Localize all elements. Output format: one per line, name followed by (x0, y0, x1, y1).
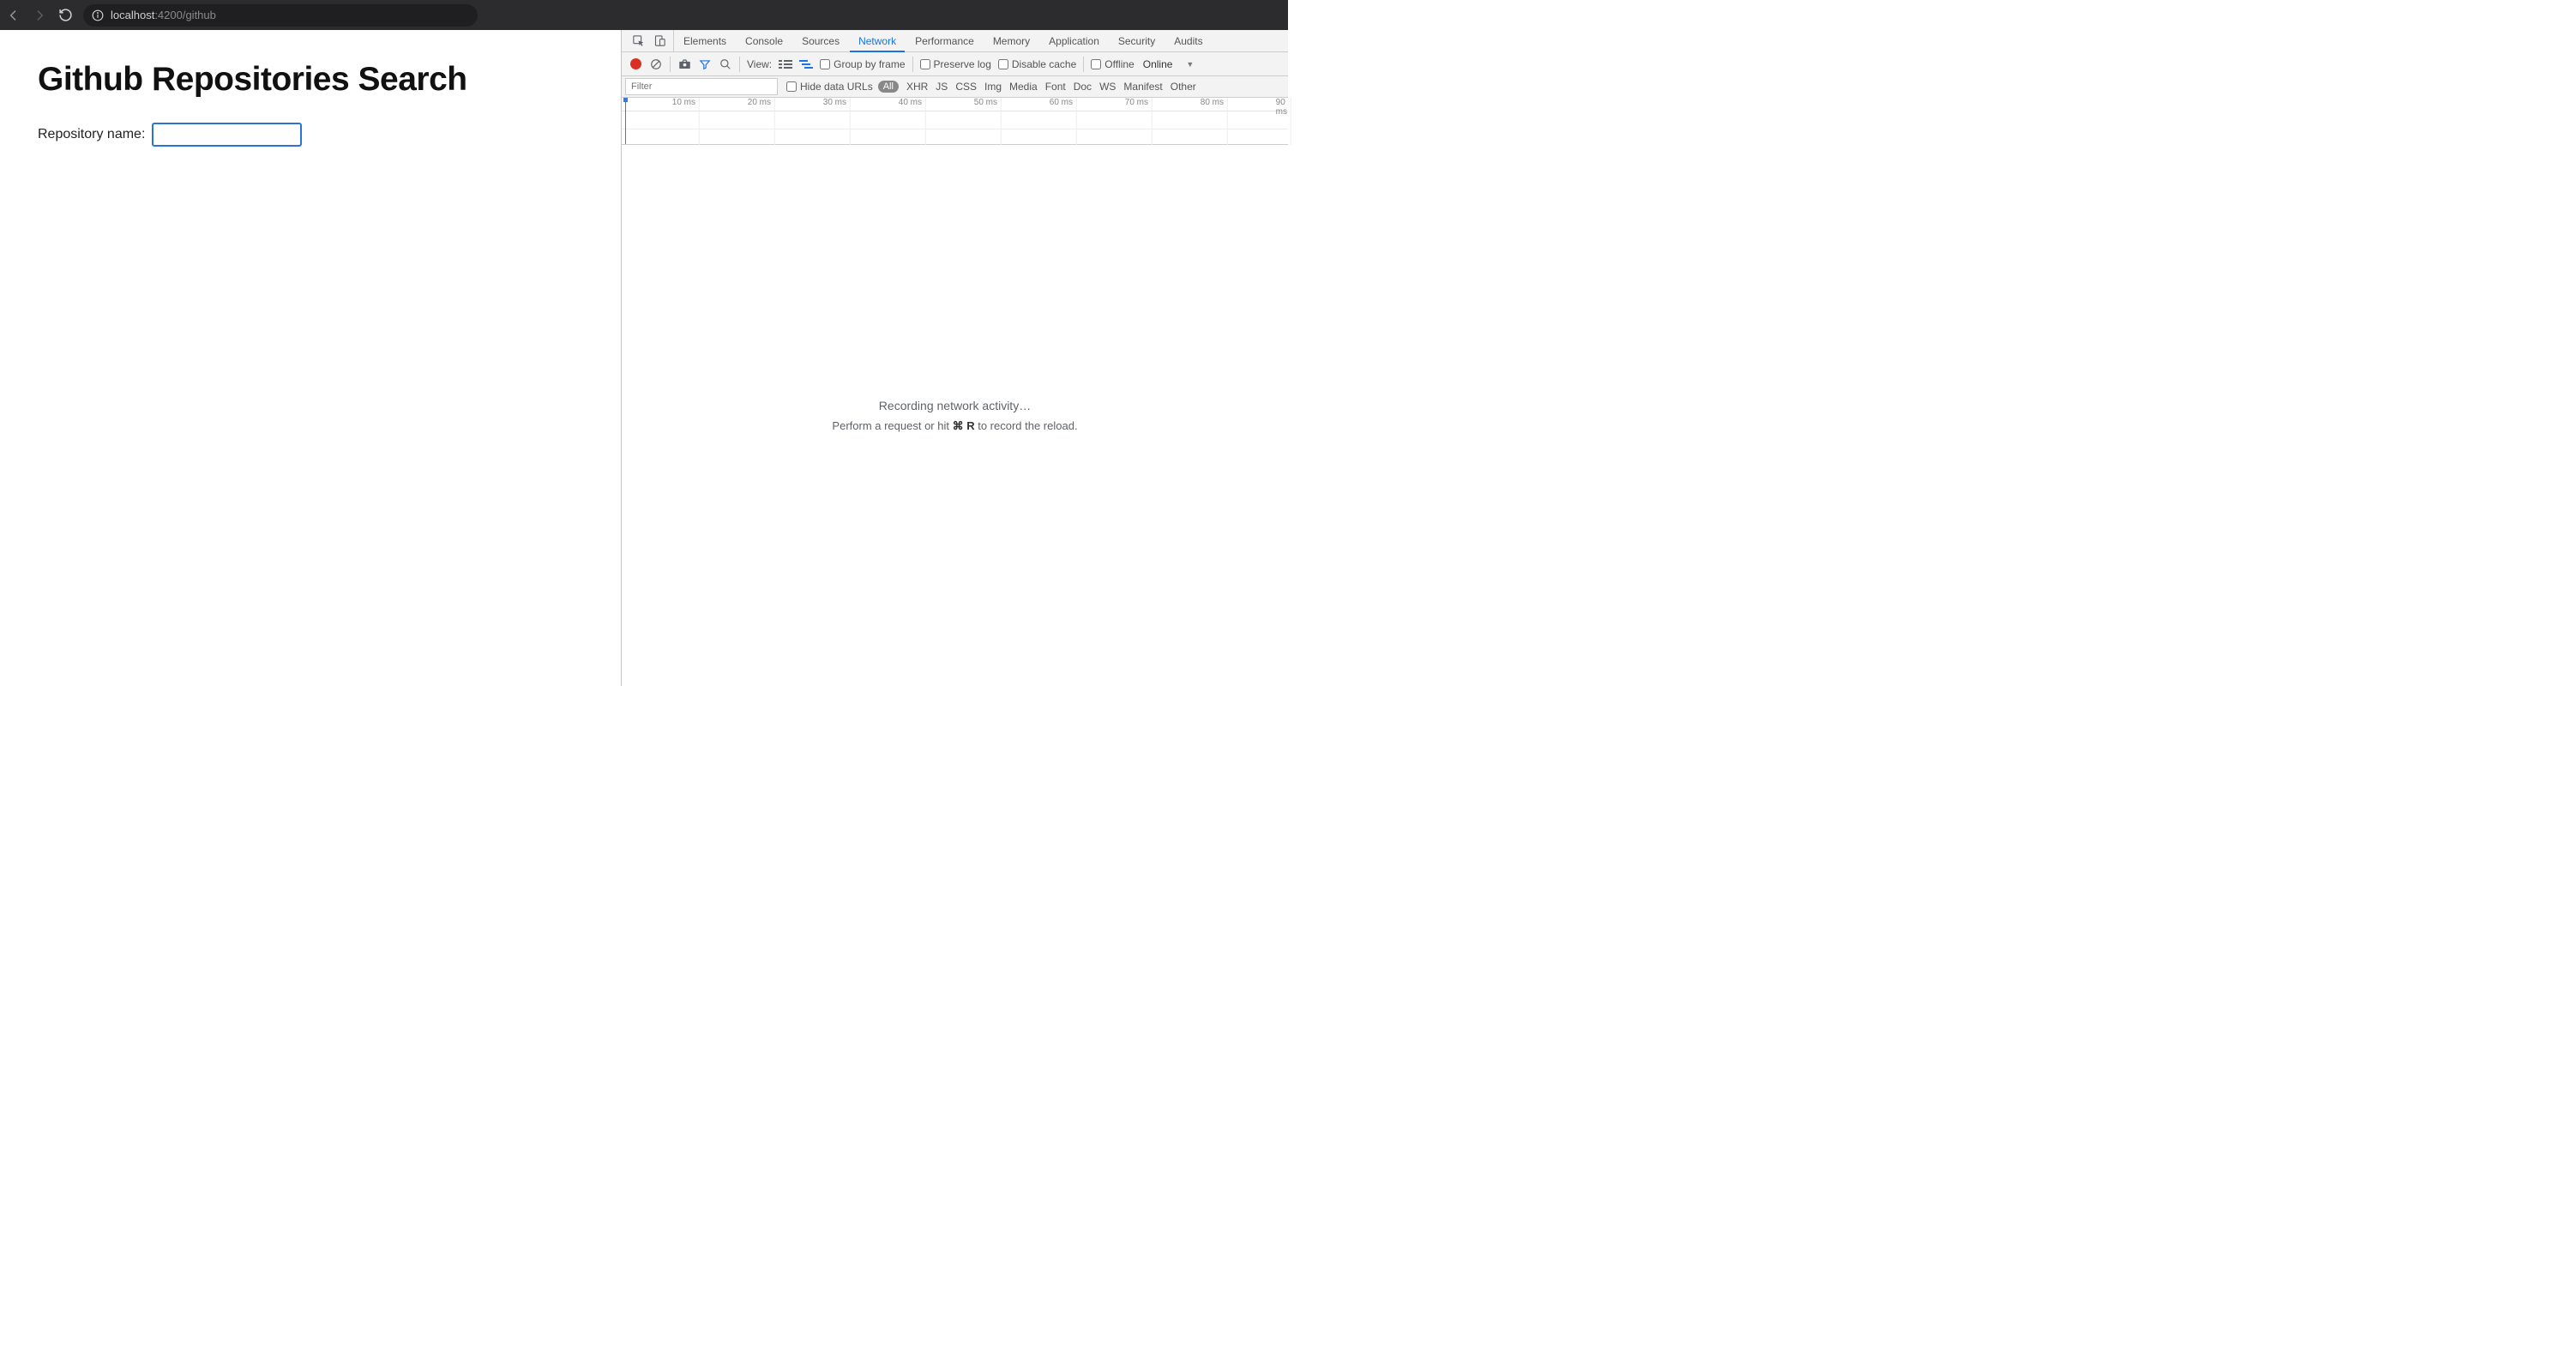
tab-security[interactable]: Security (1109, 30, 1165, 51)
view-large-icon[interactable] (779, 59, 792, 69)
view-label: View: (747, 58, 772, 70)
timeline-tick: 40 ms (899, 98, 924, 107)
filter-type-doc[interactable]: Doc (1074, 81, 1092, 93)
devtools-panel: Elements Console Sources Network Perform… (621, 30, 1288, 686)
filter-type-all[interactable]: All (878, 81, 899, 93)
devtools-tabs: Elements Console Sources Network Perform… (622, 30, 1288, 52)
network-filter-bar: Hide data URLs All XHR JS CSS Img Media … (622, 76, 1288, 98)
browser-toolbar: localhost:4200/github (0, 0, 1288, 30)
repo-name-input[interactable] (152, 123, 302, 147)
devtools-tab-list: Elements Console Sources Network Perform… (674, 30, 1213, 51)
hide-data-urls-checkbox[interactable]: Hide data URLs (786, 81, 873, 93)
timeline-cursor[interactable] (625, 98, 626, 144)
screenshot-icon[interactable] (677, 57, 691, 71)
reload-button[interactable] (58, 8, 73, 22)
filter-type-media[interactable]: Media (1009, 81, 1038, 93)
empty-state-hint: Perform a request or hit ⌘ R to record t… (832, 419, 1077, 433)
web-page: Github Repositories Search Repository na… (0, 30, 621, 686)
empty-state-title: Recording network activity… (879, 399, 1031, 412)
device-toggle-icon[interactable] (653, 34, 666, 47)
filter-type-manifest[interactable]: Manifest (1123, 81, 1162, 93)
back-button[interactable] (7, 9, 21, 22)
filter-type-font[interactable]: Font (1045, 81, 1066, 93)
timeline-tick: 80 ms (1201, 98, 1225, 107)
address-bar[interactable]: localhost:4200/github (83, 4, 478, 27)
url-text: localhost:4200/github (111, 9, 216, 21)
tab-audits[interactable]: Audits (1165, 30, 1212, 51)
tab-performance[interactable]: Performance (906, 30, 984, 51)
tab-application[interactable]: Application (1039, 30, 1109, 51)
group-by-frame-checkbox[interactable]: Group by frame (820, 58, 905, 70)
timeline-tick: 30 ms (823, 98, 848, 107)
chevron-down-icon: ▼ (1186, 60, 1194, 69)
network-requests-empty: Recording network activity… Perform a re… (622, 145, 1288, 686)
filter-type-ws[interactable]: WS (1099, 81, 1116, 93)
timeline-tick: 50 ms (974, 98, 999, 107)
viewport-split: Github Repositories Search Repository na… (0, 30, 1288, 686)
timeline-tick: 10 ms (672, 98, 697, 107)
forward-button[interactable] (33, 9, 46, 22)
filter-type-other[interactable]: Other (1171, 81, 1196, 93)
search-form: Repository name: (38, 123, 583, 147)
site-info-icon[interactable] (92, 9, 104, 21)
reload-shortcut: ⌘ R (953, 419, 975, 432)
view-waterfall-icon[interactable] (799, 59, 813, 69)
repo-label: Repository name: (38, 127, 145, 142)
nav-buttons (7, 8, 73, 22)
tab-sources[interactable]: Sources (792, 30, 849, 51)
filter-toggle-icon[interactable] (698, 57, 712, 71)
network-filter-input[interactable] (625, 78, 778, 95)
url-path: :4200/github (154, 9, 216, 21)
network-toolbar: View: Group by frame Preserve log Disabl… (622, 52, 1288, 76)
record-button[interactable] (629, 57, 642, 71)
filter-type-js[interactable]: JS (936, 81, 948, 93)
throttling-select[interactable]: Online ▼ (1143, 58, 1195, 70)
filter-type-css[interactable]: CSS (955, 81, 977, 93)
timeline-tick: 20 ms (748, 98, 773, 107)
search-icon[interactable] (719, 57, 732, 71)
filter-type-img[interactable]: Img (984, 81, 1002, 93)
devtools-tab-icons (625, 30, 674, 51)
filter-type-list: All XHR JS CSS Img Media Font Doc WS Man… (878, 81, 1196, 93)
disable-cache-checkbox[interactable]: Disable cache (998, 58, 1076, 70)
tab-elements[interactable]: Elements (674, 30, 736, 51)
tab-console[interactable]: Console (736, 30, 792, 51)
tab-network[interactable]: Network (849, 30, 906, 51)
inspect-element-icon[interactable] (632, 34, 645, 47)
timeline-ruler: 10 ms 20 ms 30 ms 40 ms 50 ms 60 ms 70 m… (622, 98, 1288, 111)
url-host: localhost (111, 9, 154, 21)
page-title: Github Repositories Search (38, 61, 583, 99)
network-timeline[interactable]: 10 ms 20 ms 30 ms 40 ms 50 ms 60 ms 70 m… (622, 98, 1288, 145)
timeline-tick: 70 ms (1125, 98, 1150, 107)
timeline-tick: 60 ms (1050, 98, 1074, 107)
tab-memory[interactable]: Memory (984, 30, 1039, 51)
preserve-log-checkbox[interactable]: Preserve log (920, 58, 991, 70)
offline-checkbox[interactable]: Offline (1091, 58, 1134, 70)
filter-type-xhr[interactable]: XHR (906, 81, 928, 93)
timeline-tick: 90 ms (1276, 98, 1289, 117)
clear-button[interactable] (649, 57, 663, 71)
